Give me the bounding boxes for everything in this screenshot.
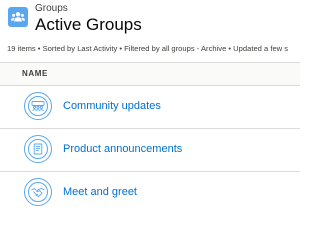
page-eyebrow: Groups — [35, 3, 68, 14]
group-link[interactable]: Meet and greet — [63, 185, 137, 199]
group-people-icon[interactable] — [24, 92, 52, 120]
column-header-label: NAME — [22, 69, 48, 78]
column-header-name[interactable]: NAME — [0, 62, 300, 86]
table-row: Product announcements — [0, 129, 300, 172]
table-row: Community updates — [0, 86, 300, 129]
groups-icon — [8, 7, 28, 27]
groups-table: NAME Community updates Product announcem… — [0, 62, 300, 214]
document-icon[interactable] — [24, 135, 52, 163]
handshake-icon[interactable] — [24, 178, 52, 206]
group-link[interactable]: Community updates — [63, 99, 161, 113]
page-title: Active Groups — [35, 15, 142, 34]
table-row: Meet and greet — [0, 172, 300, 214]
page-header: Groups Active Groups — [8, 3, 300, 37]
group-link[interactable]: Product announcements — [63, 142, 182, 156]
list-view-info: 19 items • Sorted by Last Activity • Fil… — [7, 44, 289, 53]
